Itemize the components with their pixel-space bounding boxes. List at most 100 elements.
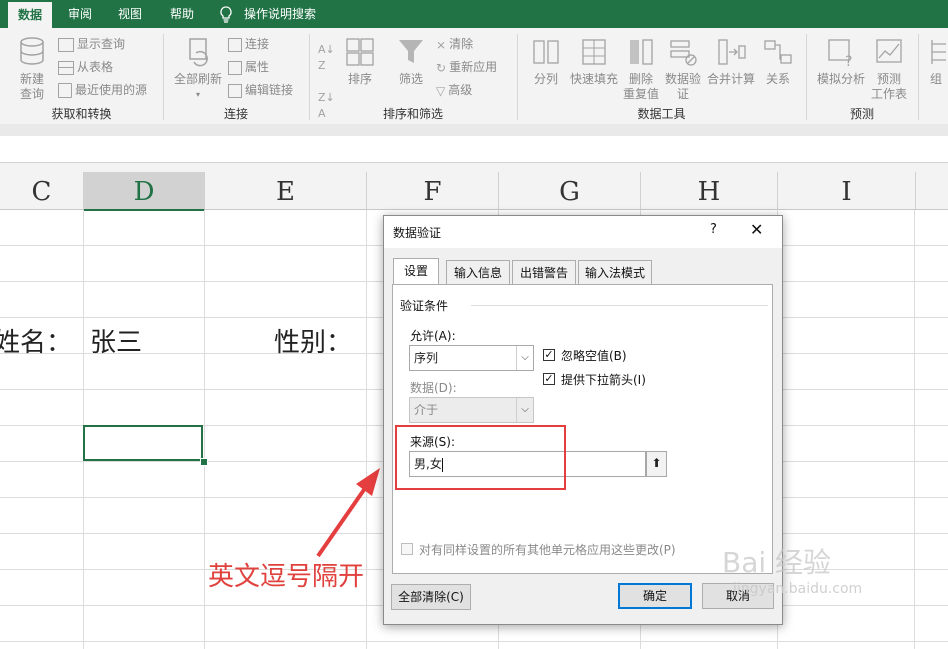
column-header-i[interactable]: I: [778, 172, 916, 209]
link-icon: [228, 83, 242, 98]
cell-name-value[interactable]: 张三: [90, 322, 142, 359]
table-icon: [58, 37, 74, 52]
column-line: [204, 210, 205, 649]
new-query-label: 新建 查询: [19, 72, 44, 101]
advanced-filter-button[interactable]: ▽ 高级: [436, 81, 472, 99]
help-button[interactable]: ?: [710, 222, 717, 237]
in-cell-dropdown-label: 提供下拉箭头(I): [561, 373, 646, 387]
close-button[interactable]: ✕: [750, 220, 763, 239]
ribbon-bottom-strip: [0, 124, 948, 136]
grid-icon: [58, 60, 74, 75]
allow-value: 序列: [414, 351, 439, 365]
allow-label: 允许(A):: [410, 329, 456, 343]
outline-group-label: 组: [929, 72, 942, 86]
column-header-e[interactable]: E: [205, 172, 367, 209]
column-header-c[interactable]: C: [0, 172, 84, 209]
tab-help[interactable]: 帮助: [160, 0, 204, 28]
column-header-f[interactable]: F: [367, 172, 499, 209]
show-queries-button[interactable]: 显示查询: [58, 35, 125, 53]
ok-button[interactable]: 确定: [618, 583, 692, 609]
ribbon-tab-bar: 数据 审阅 视图 帮助 操作说明搜索: [0, 0, 948, 28]
what-if-analysis-button[interactable]: ? 模拟分析: [814, 36, 868, 87]
new-query-button[interactable]: 新建 查询: [12, 36, 52, 102]
cell-name-label[interactable]: 姓名：: [0, 322, 72, 359]
formula-bar[interactable]: [0, 136, 948, 163]
recent-sources-button[interactable]: 最近使用的源: [58, 81, 147, 99]
flash-fill-button[interactable]: 快速填充: [568, 36, 620, 87]
group-label-data-tools: 数据工具: [637, 107, 686, 121]
watermark-url: jingyan.baidu.com: [733, 581, 863, 597]
ignore-blank-checkbox[interactable]: ✓: [543, 349, 555, 361]
relationships-label: 关系: [765, 72, 790, 86]
column-header-d[interactable]: D: [84, 172, 205, 211]
group-label-connections: 连接: [223, 107, 248, 121]
refresh-dropdown-icon: ▾: [195, 90, 200, 99]
flash-fill-label: 快速填充: [569, 72, 618, 86]
clear-all-button[interactable]: 全部清除(C): [391, 584, 471, 610]
remove-duplicates-button[interactable]: 删除 重复值: [622, 36, 660, 102]
upload-arrow-icon: ⬆: [651, 456, 662, 470]
text-to-columns-icon: [533, 40, 559, 64]
sort-label: 排序: [347, 72, 372, 86]
reapply-button[interactable]: ↻ 重新应用: [436, 58, 497, 76]
database-icon: [20, 37, 44, 65]
dialog-title: 数据验证: [393, 226, 442, 240]
remove-duplicates-icon: [630, 39, 653, 65]
tab-data[interactable]: 数据: [8, 2, 52, 28]
allow-dropdown[interactable]: 序列 ⌵: [409, 345, 534, 371]
from-table-button[interactable]: 从表格: [58, 58, 113, 76]
section-divider: [471, 305, 768, 306]
sort-button[interactable]: 排序: [342, 36, 378, 87]
dialog-title-bar: 数据验证 ? ✕: [384, 216, 782, 248]
forecast-sheet-label: 预测 工作表: [870, 72, 907, 101]
sort-icon: [346, 38, 374, 66]
what-if-icon: ?: [828, 39, 852, 70]
header-gap: [0, 163, 948, 172]
connections-button[interactable]: 连接: [228, 35, 269, 53]
fill-handle[interactable]: [200, 458, 208, 466]
group-icon: [931, 40, 946, 64]
section-title: 验证条件: [400, 299, 449, 313]
chevron-down-icon: ⌵: [516, 398, 533, 422]
apply-all-label: 对有同样设置的所有其他单元格应用这些更改(P): [419, 543, 676, 557]
data-validation-button[interactable]: 数据验 证: [662, 36, 704, 102]
relationships-icon: [764, 40, 792, 64]
tab-view[interactable]: 视图: [108, 0, 152, 28]
filter-funnel-icon: [399, 40, 423, 63]
properties-button[interactable]: 属性: [228, 58, 269, 76]
selected-cell[interactable]: [83, 425, 203, 461]
relationships-button[interactable]: 关系: [760, 36, 796, 87]
dialog-tab-ime-mode[interactable]: 输入法模式: [578, 260, 652, 284]
refresh-icon: [189, 38, 208, 67]
outline-group-button[interactable]: 组: [924, 36, 948, 87]
filter-button[interactable]: 筛选: [392, 36, 430, 87]
forecast-sheet-button[interactable]: 预测 工作表: [868, 36, 910, 102]
apply-all-checkbox[interactable]: [401, 543, 413, 555]
tell-me-search[interactable]: 操作说明搜索: [218, 0, 316, 28]
clear-filter-button[interactable]: ⨯ 清除: [436, 35, 473, 53]
dialog-tab-settings[interactable]: 设置: [393, 258, 439, 285]
lightbulb-icon: [220, 5, 232, 23]
data-value: 介于: [414, 403, 439, 417]
edit-links-button[interactable]: 编辑链接: [228, 81, 293, 99]
tab-review[interactable]: 审阅: [58, 0, 102, 28]
dialog-tab-input-message[interactable]: 输入信息: [446, 260, 510, 284]
data-validation-icon: [670, 40, 697, 66]
properties-label: 属性: [245, 60, 270, 74]
column-header-h[interactable]: H: [641, 172, 778, 209]
advanced-filter-icon: ▽: [436, 83, 446, 98]
cell-gender-label[interactable]: 性别：: [274, 322, 352, 359]
consolidate-icon: [718, 39, 746, 65]
text-to-columns-button[interactable]: 分列: [526, 36, 566, 87]
connections-icon: [228, 37, 242, 52]
consolidate-button[interactable]: 合并计算: [704, 36, 758, 87]
data-validation-label: 数据验 证: [664, 72, 701, 101]
column-header-g[interactable]: G: [499, 172, 641, 209]
data-label: 数据(D):: [410, 381, 457, 395]
in-cell-dropdown-checkbox[interactable]: ✓: [543, 373, 555, 385]
collapse-dialog-button[interactable]: ⬆: [646, 451, 667, 477]
source-highlight-box: [395, 425, 566, 490]
dialog-tab-error-alert[interactable]: 出错警告: [512, 260, 576, 284]
what-if-label: 模拟分析: [816, 72, 865, 86]
refresh-all-button[interactable]: 全部刷新 ▾: [170, 36, 226, 102]
